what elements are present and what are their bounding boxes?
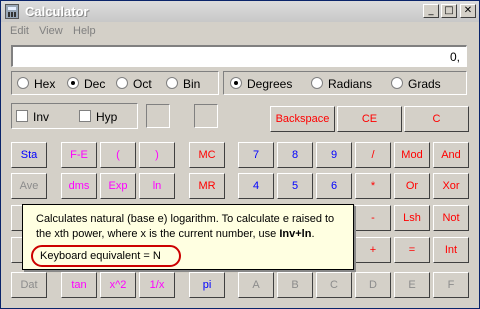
rparen-button[interactable]: ) <box>139 142 175 168</box>
radio-radians[interactable]: Radians <box>311 77 372 91</box>
memory-indicator <box>194 104 218 128</box>
radio-radians-label: Radians <box>328 77 373 91</box>
lparen-button[interactable]: ( <box>100 142 136 168</box>
window-title: Calculator <box>25 4 89 19</box>
equals-button[interactable]: = <box>394 237 430 263</box>
xor-button[interactable]: Xor <box>433 173 469 199</box>
number-system-group: Hex Dec Oct Bin <box>11 71 219 95</box>
int-button[interactable]: Int <box>433 237 469 263</box>
checkbox-hyp[interactable]: Hyp <box>79 110 117 124</box>
maximize-button[interactable]: □ <box>441 4 457 18</box>
radio-oct[interactable]: Oct <box>116 77 152 91</box>
ln-button[interactable]: ln <box>139 173 175 199</box>
result-display: 0, <box>11 45 467 67</box>
parenthesis-indicator <box>146 104 170 128</box>
add-button[interactable]: + <box>355 237 391 263</box>
minimize-button[interactable]: _ <box>423 4 439 18</box>
close-button[interactable]: ✕ <box>460 4 476 18</box>
dat-button[interactable]: Dat <box>11 272 47 298</box>
tan-button[interactable]: tan <box>61 272 97 298</box>
key-9[interactable]: 9 <box>316 142 352 168</box>
x-squared-button[interactable]: x^2 <box>100 272 136 298</box>
checkbox-inv-label: Inv <box>33 110 50 124</box>
c-button[interactable]: C <box>404 106 469 132</box>
angle-unit-group: Degrees Radians Grads <box>223 71 467 95</box>
checkbox-inv[interactable]: Inv <box>16 110 49 124</box>
tooltip-text-end: . <box>311 228 315 240</box>
calculator-window: Calculator _ □ ✕ Edit View Help 0, Hex D… <box>0 0 480 309</box>
radio-bin[interactable]: Bin <box>166 77 200 91</box>
radio-radians-circle <box>311 77 323 89</box>
dms-button[interactable]: dms <box>61 173 97 199</box>
divide-button[interactable]: / <box>355 142 391 168</box>
radio-oct-circle <box>116 77 128 89</box>
radio-degrees[interactable]: Degrees <box>230 77 292 91</box>
checkbox-inv-box <box>16 110 28 122</box>
checkbox-hyp-box <box>79 110 91 122</box>
menu-view[interactable]: View <box>39 25 63 37</box>
hex-key-c[interactable]: C <box>316 272 352 298</box>
tooltip-bold-text: Inv+ln <box>279 228 312 240</box>
ce-button[interactable]: CE <box>337 106 402 132</box>
radio-hex-label: Hex <box>34 77 56 91</box>
radio-dec-circle <box>67 77 79 89</box>
radio-dec-label: Dec <box>84 77 106 91</box>
display-value: 0, <box>449 50 460 64</box>
radio-hex-circle <box>17 77 29 89</box>
radio-dec[interactable]: Dec <box>67 77 105 91</box>
title-bar[interactable]: Calculator _ □ ✕ <box>1 1 479 22</box>
fe-button[interactable]: F-E <box>61 142 97 168</box>
key-8[interactable]: 8 <box>277 142 313 168</box>
hex-key-f[interactable]: F <box>433 272 469 298</box>
key-4[interactable]: 4 <box>238 173 274 199</box>
radio-hex[interactable]: Hex <box>17 77 55 91</box>
not-button[interactable]: Not <box>433 205 469 231</box>
inv-hyp-group: Inv Hyp <box>11 103 138 129</box>
radio-grads-circle <box>391 77 403 89</box>
radio-oct-label: Oct <box>133 77 152 91</box>
radio-grads[interactable]: Grads <box>391 77 441 91</box>
and-button[interactable]: And <box>433 142 469 168</box>
radio-degrees-circle <box>230 77 242 89</box>
or-button[interactable]: Or <box>394 173 430 199</box>
keyboard-equivalent-text: Keyboard equivalent = N <box>40 250 161 262</box>
radio-bin-circle <box>166 77 178 89</box>
mr-button[interactable]: MR <box>189 173 225 199</box>
multiply-button[interactable]: * <box>355 173 391 199</box>
key-7[interactable]: 7 <box>238 142 274 168</box>
mc-button[interactable]: MC <box>189 142 225 168</box>
help-tooltip: Calculates natural (base e) logarithm. T… <box>22 204 354 270</box>
menu-help[interactable]: Help <box>73 25 96 37</box>
lsh-button[interactable]: Lsh <box>394 205 430 231</box>
radio-grads-label: Grads <box>408 77 441 91</box>
key-5[interactable]: 5 <box>277 173 313 199</box>
radio-degrees-label: Degrees <box>247 77 293 91</box>
reciprocal-button[interactable]: 1/x <box>139 272 175 298</box>
subtract-button[interactable]: - <box>355 205 391 231</box>
backspace-button[interactable]: Backspace <box>270 106 335 132</box>
calculator-app-icon <box>5 4 19 19</box>
hex-key-e[interactable]: E <box>394 272 430 298</box>
hex-key-a[interactable]: A <box>238 272 274 298</box>
tooltip-description: Calculates natural (base e) logarithm. T… <box>36 212 351 242</box>
pi-button[interactable]: pi <box>189 272 225 298</box>
menu-edit[interactable]: Edit <box>10 25 29 37</box>
menu-bar: Edit View Help <box>1 22 479 40</box>
sta-button[interactable]: Sta <box>11 142 47 168</box>
key-6[interactable]: 6 <box>316 173 352 199</box>
radio-bin-label: Bin <box>183 77 201 91</box>
mod-button[interactable]: Mod <box>394 142 430 168</box>
exp-button[interactable]: Exp <box>100 173 136 199</box>
ave-button[interactable]: Ave <box>11 173 47 199</box>
hex-key-b[interactable]: B <box>277 272 313 298</box>
hex-key-d[interactable]: D <box>355 272 391 298</box>
checkbox-hyp-label: Hyp <box>96 110 118 124</box>
